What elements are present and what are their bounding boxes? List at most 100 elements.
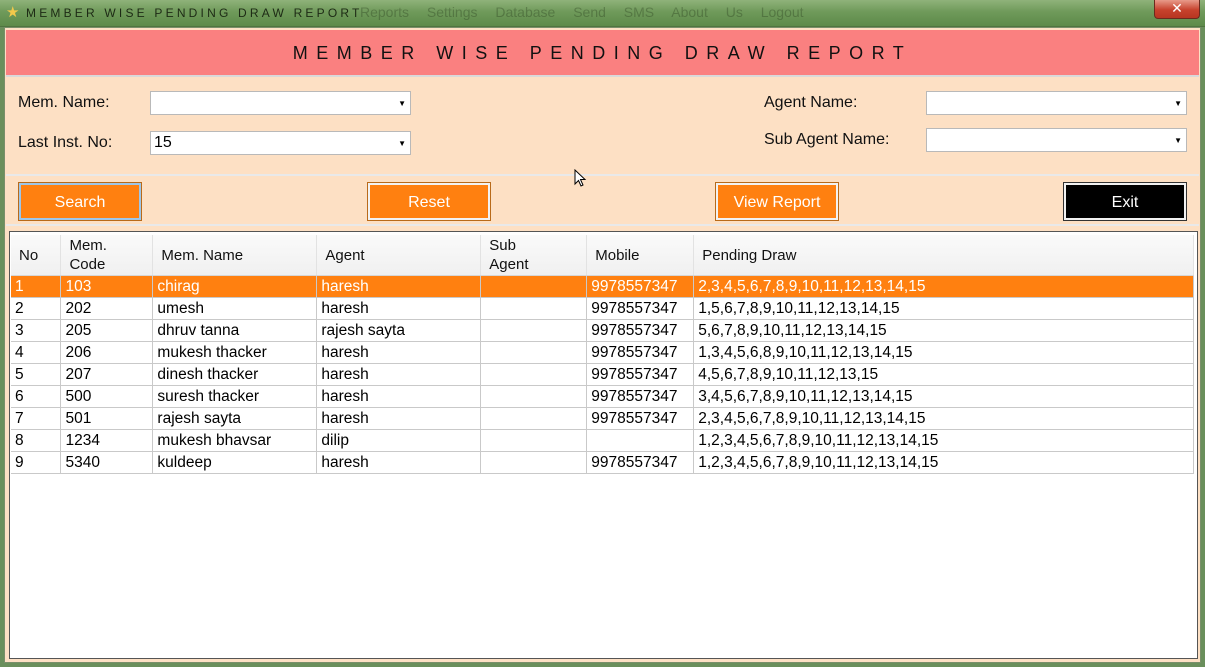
cell-pending-draw: 2,3,4,5,6,7,8,9,10,11,12,13,14,15 — [693, 407, 1194, 430]
cell-mem-name: chirag — [152, 275, 318, 298]
cell-pending-draw: 1,5,6,7,8,9,10,11,12,13,14,15 — [693, 297, 1194, 320]
cell-sub-agent — [480, 319, 588, 342]
cell-agent: haresh — [316, 275, 482, 298]
cell-agent: haresh — [316, 407, 482, 430]
last-inst-no-dropdown[interactable]: 15 ▼ — [150, 131, 411, 155]
column-header-mem-name[interactable]: Mem. Name — [152, 235, 318, 276]
cell-sub-agent — [480, 363, 588, 386]
report-window: MEMBER WISE PENDING DRAW REPORT Mem. Nam… — [4, 27, 1201, 663]
cell-mobile: 9978557347 — [586, 297, 695, 320]
window-title: MEMBER WISE PENDING DRAW REPORT — [26, 6, 363, 20]
table-row[interactable]: 5 207 dinesh thacker haresh 9978557347 4,5,6,… — [11, 363, 1194, 386]
cell-mem-code: 1234 — [60, 429, 154, 452]
cell-mem-name: dinesh thacker — [152, 363, 318, 386]
table-row[interactable]: 4 206 mukesh thacker haresh 9978557347 1,3,4,… — [11, 341, 1194, 364]
cell-no: 8 — [11, 429, 62, 452]
cell-pending-draw: 1,3,4,5,6,8,9,10,11,12,13,14,15 — [693, 341, 1194, 364]
cell-mobile: 9978557347 — [586, 385, 695, 408]
cell-mem-code: 202 — [60, 297, 154, 320]
cell-no: 2 — [11, 297, 62, 320]
cell-no: 5 — [11, 363, 62, 386]
cell-mem-name: umesh — [152, 297, 318, 320]
cell-agent: haresh — [316, 451, 482, 474]
cell-mobile — [586, 429, 695, 452]
cell-sub-agent — [480, 275, 588, 298]
sub-agent-name-dropdown[interactable]: ▼ — [926, 128, 1187, 152]
column-header-no[interactable]: No — [11, 235, 62, 276]
exit-button[interactable]: Exit — [1063, 182, 1187, 221]
cell-sub-agent — [480, 297, 588, 320]
cell-no: 3 — [11, 319, 62, 342]
results-grid[interactable]: No Mem. Code Mem. Name Agent Sub Agent Mobile Pe… — [9, 231, 1198, 659]
cell-mem-code: 5340 — [60, 451, 154, 474]
last-inst-no-label: Last Inst. No: — [18, 134, 113, 151]
table-row[interactable]: 3 205 dhruv tanna rajesh sayta 9978557347 5,6… — [11, 319, 1194, 342]
table-row[interactable]: 9 5340 kuldeep haresh 9978557347 1,2,3,4,5,6,… — [11, 451, 1194, 474]
cell-mem-name: dhruv tanna — [152, 319, 318, 342]
cell-sub-agent — [480, 341, 588, 364]
table-row[interactable]: 8 1234 mukesh bhavsar dilip 1,2,3,4,5,6,7,8,… — [11, 429, 1194, 452]
cell-mem-name: rajesh sayta — [152, 407, 318, 430]
cell-mobile: 9978557347 — [586, 319, 695, 342]
table-body: 1 103 chirag haresh 9978557347 2,3,4,5,6,7,8,… — [11, 275, 1194, 474]
cell-mobile: 9978557347 — [586, 275, 695, 298]
filter-panel: Mem. Name: ▼ Last Inst. No: 15 ▼ Agent N… — [6, 80, 1199, 176]
mem-name-label: Mem. Name: — [18, 94, 110, 111]
cell-pending-draw: 3,4,5,6,7,8,9,10,11,12,13,14,15 — [693, 385, 1194, 408]
cell-agent: haresh — [316, 363, 482, 386]
mem-name-dropdown[interactable]: ▼ — [150, 91, 411, 115]
cell-pending-draw: 2,3,4,5,6,7,8,9,10,11,12,13,14,15 — [693, 275, 1194, 298]
results-table: No Mem. Code Mem. Name Agent Sub Agent Mobile Pe… — [11, 235, 1194, 474]
title-bar: ★ MEMBER WISE PENDING DRAW REPORT Report… — [0, 0, 1205, 27]
dropdown-arrow-icon[interactable]: ▼ — [1174, 92, 1182, 116]
cell-agent: dilip — [316, 429, 482, 452]
search-button[interactable]: Search — [18, 182, 142, 221]
cell-agent: haresh — [316, 341, 482, 364]
agent-name-label: Agent Name: — [764, 94, 858, 111]
view-report-button[interactable]: View Report — [715, 182, 839, 221]
column-header-pending-draw[interactable]: Pending Draw — [693, 235, 1194, 276]
cell-sub-agent — [480, 407, 588, 430]
cell-no: 6 — [11, 385, 62, 408]
cell-no: 9 — [11, 451, 62, 474]
close-button[interactable]: ✕ — [1154, 0, 1200, 19]
table-row[interactable]: 7 501 rajesh sayta haresh 9978557347 2,3,4,5,… — [11, 407, 1194, 430]
header-band: MEMBER WISE PENDING DRAW REPORT — [6, 30, 1199, 77]
column-header-sub-agent[interactable]: Sub Agent — [480, 235, 588, 276]
cell-mobile: 9978557347 — [586, 407, 695, 430]
cell-pending-draw: 1,2,3,4,5,6,7,8,9,10,11,12,13,14,15 — [693, 451, 1194, 474]
cell-pending-draw: 5,6,7,8,9,10,11,12,13,14,15 — [693, 319, 1194, 342]
cell-sub-agent — [480, 385, 588, 408]
column-header-mobile[interactable]: Mobile — [586, 235, 695, 276]
cell-sub-agent — [480, 451, 588, 474]
background-menu: Reports Settings Database Send SMS About… — [360, 4, 804, 20]
cell-mem-code: 103 — [60, 275, 154, 298]
cell-mem-code: 205 — [60, 319, 154, 342]
cell-mem-name: suresh thacker — [152, 385, 318, 408]
star-icon: ★ — [6, 4, 20, 21]
column-header-mem-code[interactable]: Mem. Code — [60, 235, 154, 276]
agent-name-dropdown[interactable]: ▼ — [926, 91, 1187, 115]
reset-button[interactable]: Reset — [367, 182, 491, 221]
cell-no: 1 — [11, 275, 62, 298]
cell-pending-draw: 1,2,3,4,5,6,7,8,9,10,11,12,13,14,15 — [693, 429, 1194, 452]
cell-mem-name: kuldeep — [152, 451, 318, 474]
column-header-agent[interactable]: Agent — [316, 235, 482, 276]
last-inst-no-value: 15 — [154, 134, 172, 151]
dropdown-arrow-icon[interactable]: ▼ — [398, 132, 406, 156]
dropdown-arrow-icon[interactable]: ▼ — [1174, 129, 1182, 153]
cell-mem-name: mukesh thacker — [152, 341, 318, 364]
cell-mem-code: 500 — [60, 385, 154, 408]
cell-pending-draw: 4,5,6,7,8,9,10,11,12,13,15 — [693, 363, 1194, 386]
cell-agent: rajesh sayta — [316, 319, 482, 342]
cell-mobile: 9978557347 — [586, 363, 695, 386]
cell-sub-agent — [480, 429, 588, 452]
page-title: MEMBER WISE PENDING DRAW REPORT — [292, 43, 913, 63]
cell-mem-code: 501 — [60, 407, 154, 430]
table-row[interactable]: 6 500 suresh thacker haresh 9978557347 3,4,5,… — [11, 385, 1194, 408]
dropdown-arrow-icon[interactable]: ▼ — [398, 92, 406, 116]
cell-agent: haresh — [316, 297, 482, 320]
table-row[interactable]: 2 202 umesh haresh 9978557347 1,5,6,7,8,9,10,… — [11, 297, 1194, 320]
table-row[interactable]: 1 103 chirag haresh 9978557347 2,3,4,5,6,7,8,… — [11, 275, 1194, 298]
action-bar: Search Reset View Report Exit — [6, 178, 1199, 226]
